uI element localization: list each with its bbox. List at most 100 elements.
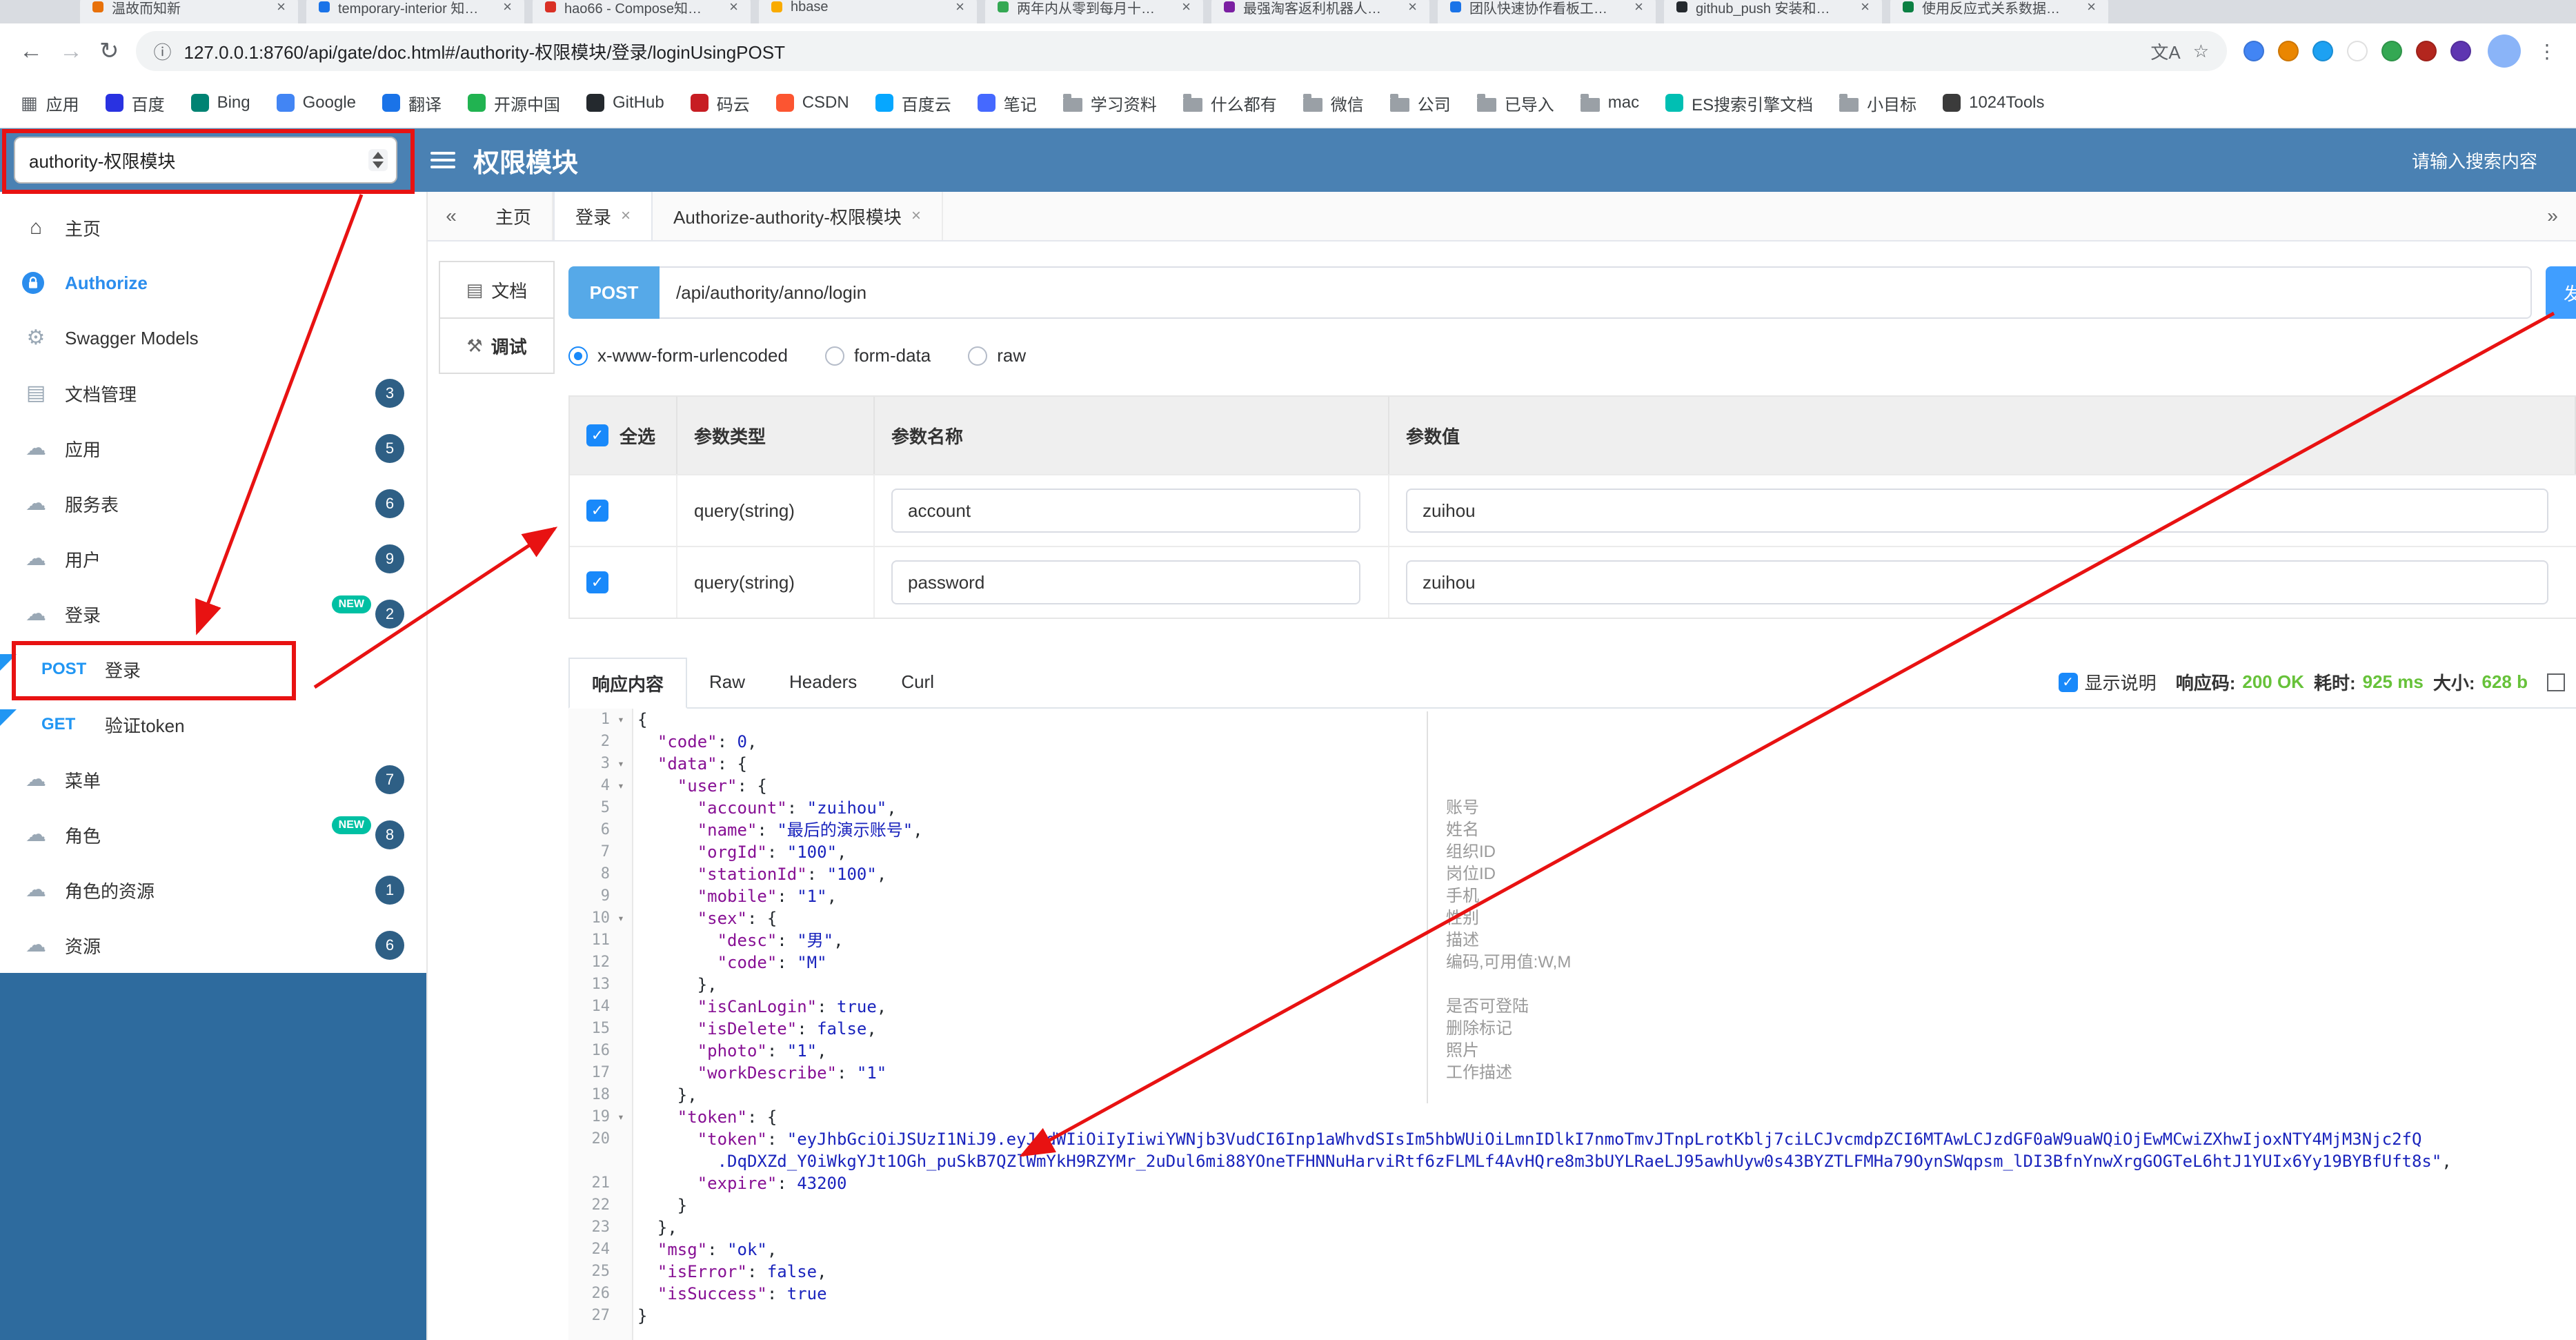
- fullscreen-icon[interactable]: [2547, 673, 2565, 691]
- url-field[interactable]: ⓘ 127.0.0.1:8760/api/gate/doc.html#/auth…: [135, 31, 2227, 71]
- extension-icon[interactable]: [2450, 41, 2471, 61]
- row-checkbox[interactable]: ✓: [586, 500, 608, 522]
- fold-toggle-icon[interactable]: ▾: [610, 1106, 632, 1128]
- send-button[interactable]: 发送: [2546, 266, 2576, 319]
- browser-tab[interactable]: 温故而知新 ×: [80, 0, 298, 23]
- bookmark-item[interactable]: 已导入: [1476, 91, 1554, 115]
- profile-avatar[interactable]: [2488, 35, 2521, 68]
- browser-tab[interactable]: 团队快速协作看板工… ×: [1438, 0, 1656, 23]
- tabs-expand-icon[interactable]: »: [2529, 192, 2576, 240]
- param-name-input[interactable]: account: [891, 489, 1360, 533]
- response-tab[interactable]: Raw: [687, 656, 767, 707]
- bookmark-item[interactable]: ▦ 应用: [21, 91, 79, 115]
- tab-close-icon[interactable]: ×: [911, 206, 921, 226]
- menu-toggle-icon[interactable]: [430, 152, 455, 168]
- content-type-radio[interactable]: form-data: [824, 345, 931, 366]
- sidebar-item[interactable]: GET 验证token: [0, 697, 426, 752]
- content-type-radio[interactable]: x-www-form-urlencoded: [568, 345, 788, 366]
- extension-icon[interactable]: [2347, 41, 2368, 61]
- bookmark-item[interactable]: 什么都有: [1182, 91, 1277, 115]
- browser-tab[interactable]: hbase ×: [759, 0, 977, 23]
- bookmark-item[interactable]: CSDN: [775, 93, 849, 112]
- sidebar-item[interactable]: ▤ 文档管理 3: [0, 366, 426, 421]
- fold-toggle-icon[interactable]: ▾: [610, 753, 632, 775]
- browser-menu-icon[interactable]: ⋮: [2537, 40, 2557, 63]
- sidebar-item[interactable]: ⌂ 主页: [0, 200, 426, 255]
- sidebar-item[interactable]: ☁ 菜单 7: [0, 752, 426, 807]
- bookmark-item[interactable]: 1024Tools: [1943, 93, 2045, 112]
- tab-close-icon[interactable]: ×: [2087, 0, 2096, 16]
- tab-close-icon[interactable]: ×: [1182, 0, 1191, 16]
- tab-close-icon[interactable]: ×: [621, 206, 631, 226]
- select-all-checkbox[interactable]: ✓: [586, 424, 608, 446]
- fold-toggle-icon[interactable]: ▾: [610, 907, 632, 929]
- bookmark-item[interactable]: 百度云: [875, 91, 951, 115]
- browser-tab[interactable]: 两年内从零到每月十… ×: [985, 0, 1203, 23]
- extension-icon[interactable]: [2278, 41, 2299, 61]
- tab-close-icon[interactable]: ×: [277, 0, 286, 16]
- back-icon[interactable]: ←: [19, 39, 43, 63]
- sidebar-item[interactable]: ☁ 角色的资源 1: [0, 863, 426, 918]
- tabs-collapse-icon[interactable]: «: [428, 192, 475, 240]
- tab-close-icon[interactable]: ×: [729, 0, 738, 16]
- bookmark-item[interactable]: 公司: [1389, 91, 1451, 115]
- browser-tab[interactable]: hao66 - Compose知… ×: [533, 0, 751, 23]
- extension-icon[interactable]: [2312, 41, 2333, 61]
- tab-close-icon[interactable]: ×: [1861, 0, 1870, 16]
- fold-toggle-icon[interactable]: ▾: [610, 775, 632, 797]
- response-tab[interactable]: Curl: [879, 656, 956, 707]
- extension-icon[interactable]: [2416, 41, 2437, 61]
- tab-close-icon[interactable]: ×: [503, 0, 512, 16]
- url-text[interactable]: 127.0.0.1:8760/api/gate/doc.html#/author…: [184, 39, 2139, 64]
- sidebar-item[interactable]: ⚙ Swagger Models: [0, 311, 426, 366]
- tab-close-icon[interactable]: ×: [955, 0, 964, 16]
- response-tab[interactable]: 响应内容: [568, 658, 688, 709]
- bookmark-item[interactable]: 学习资料: [1062, 91, 1157, 115]
- forward-icon[interactable]: →: [59, 39, 83, 63]
- bookmark-item[interactable]: 微信: [1302, 91, 1364, 115]
- param-value-input[interactable]: zuihou: [1406, 489, 2548, 533]
- response-tab[interactable]: Headers: [767, 656, 879, 707]
- bookmark-item[interactable]: 小目标: [1839, 91, 1916, 115]
- sidebar-item[interactable]: POST 登录: [0, 642, 426, 697]
- extension-icon[interactable]: [2381, 41, 2402, 61]
- tab-close-icon[interactable]: ×: [1634, 0, 1643, 16]
- sidebar-item[interactable]: ☁ 服务表 6: [0, 476, 426, 531]
- fold-toggle-icon[interactable]: ▾: [610, 709, 632, 731]
- browser-tab[interactable]: github_push 安装和… ×: [1664, 0, 1882, 23]
- bookmark-item[interactable]: Google: [276, 93, 356, 112]
- bookmark-item[interactable]: mac: [1580, 93, 1639, 112]
- sidebar-item[interactable]: ☁ 登录 NEW 2: [0, 587, 426, 642]
- sidebar-item[interactable]: ☁ 角色 NEW 8: [0, 807, 426, 863]
- sidebar-item[interactable]: ☁ 应用 5: [0, 421, 426, 476]
- param-name-input[interactable]: password: [891, 560, 1360, 604]
- rail-debug-tab[interactable]: ⚒ 调试: [440, 317, 553, 373]
- bookmark-item[interactable]: 笔记: [977, 91, 1037, 115]
- browser-tab[interactable]: 使用反应式关系数据… ×: [1890, 0, 2108, 23]
- tab-close-icon[interactable]: ×: [1408, 0, 1417, 16]
- translate-icon[interactable]: 文A: [2150, 39, 2180, 64]
- request-url-input[interactable]: /api/authority/anno/login: [660, 266, 2532, 319]
- show-description-checkbox[interactable]: ✓: [2058, 672, 2078, 692]
- reload-icon[interactable]: ↻: [99, 39, 119, 63]
- bookmark-item[interactable]: 开源中国: [468, 91, 560, 115]
- browser-tab[interactable]: temporary-interior 知… ×: [306, 0, 524, 23]
- doc-tab[interactable]: 登录 ×: [553, 192, 653, 240]
- bookmark-item[interactable]: ES搜索引擎文档: [1665, 91, 1813, 115]
- extension-icon[interactable]: [2243, 41, 2264, 61]
- row-checkbox[interactable]: ✓: [586, 571, 608, 593]
- sidebar-item[interactable]: ☁ 资源 6: [0, 918, 426, 973]
- content-type-radio[interactable]: raw: [968, 345, 1026, 366]
- sidebar-item[interactable]: ☁ 用户 9: [0, 531, 426, 587]
- bookmark-item[interactable]: 百度: [105, 91, 165, 115]
- module-select[interactable]: authority-权限模块: [14, 137, 397, 184]
- doc-tab[interactable]: Authorize-authority-权限模块 ×: [653, 192, 943, 240]
- doc-tab[interactable]: 主页: [475, 192, 554, 240]
- browser-tab[interactable]: 最强淘客返利机器人… ×: [1211, 0, 1429, 23]
- bookmark-item[interactable]: Bing: [190, 93, 250, 112]
- bookmark-star-icon[interactable]: ☆: [2193, 41, 2209, 62]
- rail-doc-tab[interactable]: ▤ 文档: [440, 262, 553, 317]
- param-value-input[interactable]: zuihou: [1406, 560, 2548, 604]
- bookmark-item[interactable]: 翻译: [382, 91, 442, 115]
- site-info-icon[interactable]: ⓘ: [154, 39, 172, 64]
